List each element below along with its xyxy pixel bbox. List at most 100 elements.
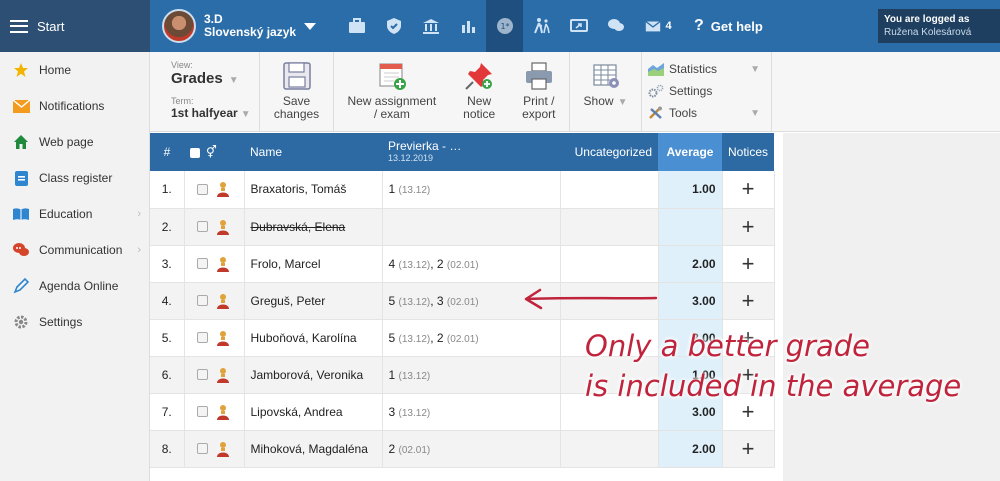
bar-chart-icon — [461, 21, 475, 33]
save-changes-button[interactable]: Save changes — [268, 60, 325, 121]
institution-button[interactable] — [412, 0, 449, 52]
grade-cell[interactable] — [382, 208, 561, 246]
sidebar-item-education[interactable]: Education › — [0, 196, 149, 232]
grade-value[interactable]: 3 — [437, 294, 444, 308]
grade-value[interactable]: 2 — [437, 257, 444, 271]
grade-cell[interactable]: 2 (02.01) — [382, 430, 561, 468]
header-notices[interactable]: Notices — [722, 133, 775, 171]
settings-menu[interactable]: Settings — [648, 80, 760, 102]
chat-button[interactable] — [597, 0, 634, 52]
grade-value[interactable]: 2 — [437, 331, 444, 345]
grade-date: (02.01) — [446, 259, 479, 271]
institution-icon — [422, 19, 439, 34]
sidebar-item-home[interactable]: Home — [0, 52, 149, 88]
grade-value[interactable]: 3 — [389, 405, 396, 419]
new-assignment-button[interactable]: New assignment / exam — [341, 60, 442, 121]
uncategorized-cell[interactable] — [560, 171, 659, 209]
messages-button[interactable]: 4 — [634, 0, 682, 52]
uncategorized-cell[interactable] — [560, 208, 659, 246]
add-notice-button[interactable]: + — [722, 245, 775, 283]
table-row[interactable]: 4. Greguš, Peter 5 (13.12), 3 (02.01) 3.00 + — [150, 282, 775, 320]
add-notice-button[interactable]: + — [722, 282, 775, 320]
grade-cell[interactable]: 4 (13.12), 2 (02.01) — [382, 245, 561, 283]
show-button[interactable]: Show ▼ — [578, 60, 634, 109]
sidebar-item-label: Web page — [39, 135, 94, 149]
sidebar-item-agenda-online[interactable]: Agenda Online — [0, 268, 149, 304]
sidebar-item-web-page[interactable]: Web page — [0, 124, 149, 160]
table-row[interactable]: 2. Dubravská, Elena + — [150, 208, 775, 246]
table-row[interactable]: 3. Frolo, Marcel 4 (13.12), 2 (02.01) 2.00 + — [150, 245, 775, 283]
view-dropdown[interactable]: Grades ▼ — [171, 70, 251, 90]
add-notice-button[interactable]: + — [722, 171, 775, 209]
term-dropdown[interactable]: 1st halfyear ▼ — [171, 106, 251, 120]
statistics-menu[interactable]: Statistics ▼ — [648, 58, 760, 80]
new-notice-button[interactable]: New notice — [457, 60, 501, 121]
row-checkbox[interactable] — [196, 295, 208, 306]
uncategorized-cell[interactable] — [560, 245, 659, 283]
print-export-button[interactable]: Print / export — [516, 60, 561, 121]
student-name[interactable]: Braxatoris, Tomáš — [244, 171, 383, 209]
student-name[interactable]: Dubravská, Elena — [244, 208, 383, 246]
student-name[interactable]: Mihoková, Magdaléna — [244, 430, 383, 468]
grade-value[interactable]: 4 — [389, 257, 396, 271]
grade-value[interactable]: 5 — [389, 294, 396, 308]
student-name[interactable]: Lipovská, Andrea — [244, 393, 383, 431]
student-name[interactable]: Huboňová, Karolína — [244, 319, 383, 357]
row-checkbox[interactable] — [196, 183, 208, 195]
chevron-right-icon: › — [137, 244, 141, 256]
bar-chart-button[interactable] — [449, 0, 486, 52]
table-row[interactable]: 8. Mihoková, Magdaléna 2 (02.01) 2.00 + — [150, 430, 775, 468]
start-menu-button[interactable]: Start — [0, 0, 150, 52]
sidebar-item-class-register[interactable]: Class register — [0, 160, 149, 196]
briefcase-button[interactable] — [338, 0, 375, 52]
add-notice-button[interactable]: + — [722, 430, 775, 468]
grades-icon: 1* — [496, 18, 513, 34]
sidebar-item-notifications[interactable]: Notifications — [0, 88, 149, 124]
row-checkbox[interactable] — [196, 258, 208, 269]
grade-cell[interactable]: 5 (13.12), 2 (02.01) — [382, 319, 561, 357]
envelope-icon — [12, 98, 30, 114]
start-label: Start — [37, 18, 65, 34]
grade-value[interactable]: 1 — [389, 182, 396, 196]
user-box[interactable]: You are logged as Ružena Kolesárová — [878, 9, 1000, 43]
grade-cell[interactable]: 3 (13.12) — [382, 393, 561, 431]
grade-value[interactable]: 2 — [389, 442, 396, 456]
row-checkbox[interactable] — [196, 406, 208, 417]
header-average[interactable]: Average — [658, 133, 722, 171]
grade-date: (13.12) — [398, 333, 431, 345]
select-all-checkbox[interactable] — [190, 147, 200, 158]
share-screen-button[interactable] — [560, 0, 597, 52]
header-uncategorized[interactable]: Uncategorized — [560, 133, 658, 171]
student-name[interactable]: Frolo, Marcel — [244, 245, 383, 283]
add-notice-button[interactable]: + — [722, 208, 775, 246]
grade-cell[interactable]: 1 (13.12) — [382, 171, 561, 209]
grades-button[interactable]: 1* — [486, 0, 523, 52]
tools-menu[interactable]: Tools ▼ — [648, 102, 760, 124]
student-name[interactable]: Greguš, Peter — [244, 282, 383, 320]
attendance-button[interactable] — [523, 0, 560, 52]
header-previerka[interactable]: Previerka - … 13.12.2019 — [382, 133, 560, 171]
grade-separator: , — [430, 293, 437, 308]
row-checkbox[interactable] — [196, 369, 208, 380]
class-selector[interactable]: 3.D Slovenský jazyk — [150, 0, 338, 52]
student-name[interactable]: Jamborová, Veronika — [244, 356, 383, 394]
header-name[interactable]: Name — [244, 133, 382, 171]
get-help-button[interactable]: ? Get help — [682, 0, 773, 52]
sidebar-item-settings[interactable]: Settings — [0, 304, 149, 340]
grade-date: (02.01) — [446, 333, 479, 345]
shield-button[interactable] — [375, 0, 412, 52]
student-icon — [216, 256, 229, 272]
grade-value[interactable]: 1 — [389, 368, 396, 382]
row-checkbox[interactable] — [196, 221, 208, 232]
tools-label: Tools — [669, 106, 698, 120]
row-checkbox[interactable] — [196, 443, 208, 454]
svg-text:1*: 1* — [500, 22, 509, 31]
grade-value[interactable]: 5 — [389, 331, 396, 345]
grade-cell[interactable]: 1 (13.12) — [382, 356, 561, 394]
uncategorized-cell[interactable] — [560, 430, 659, 468]
class-avatar — [162, 9, 196, 43]
row-checkbox[interactable] — [196, 332, 208, 343]
grades-table: # ⚥ Name Previerka - … 13.12.2019 Uncateg… — [150, 133, 775, 468]
table-row[interactable]: 1. Braxatoris, Tomáš 1 (13.12) 1.00 + — [150, 171, 775, 209]
sidebar-item-communication[interactable]: Communication › — [0, 232, 149, 268]
